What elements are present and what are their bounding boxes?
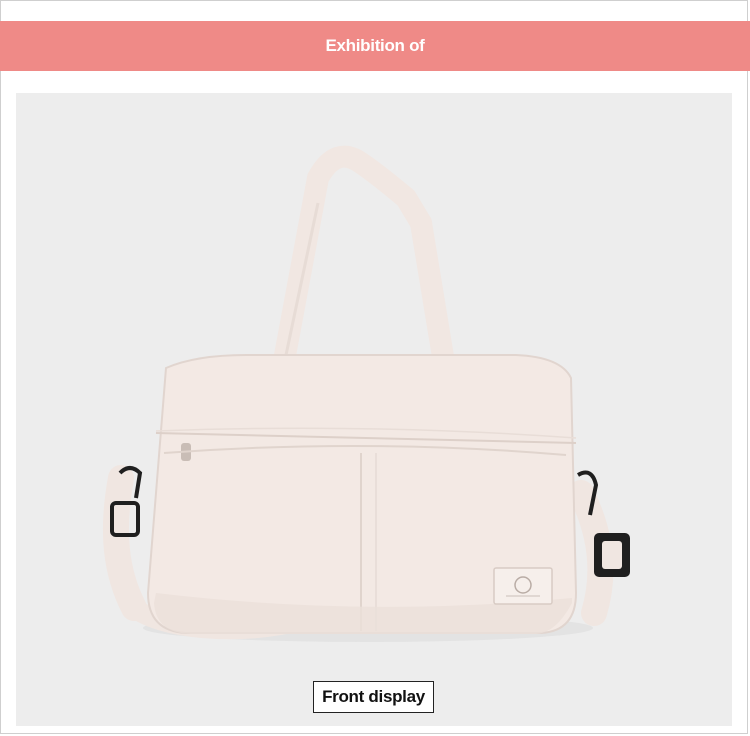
section-title: Exhibition of	[325, 36, 425, 55]
product-photo	[16, 93, 732, 726]
bag-illustration	[102, 145, 630, 642]
section-header-bar: Exhibition of	[0, 21, 750, 71]
front-display-caption: Front display	[313, 681, 434, 713]
